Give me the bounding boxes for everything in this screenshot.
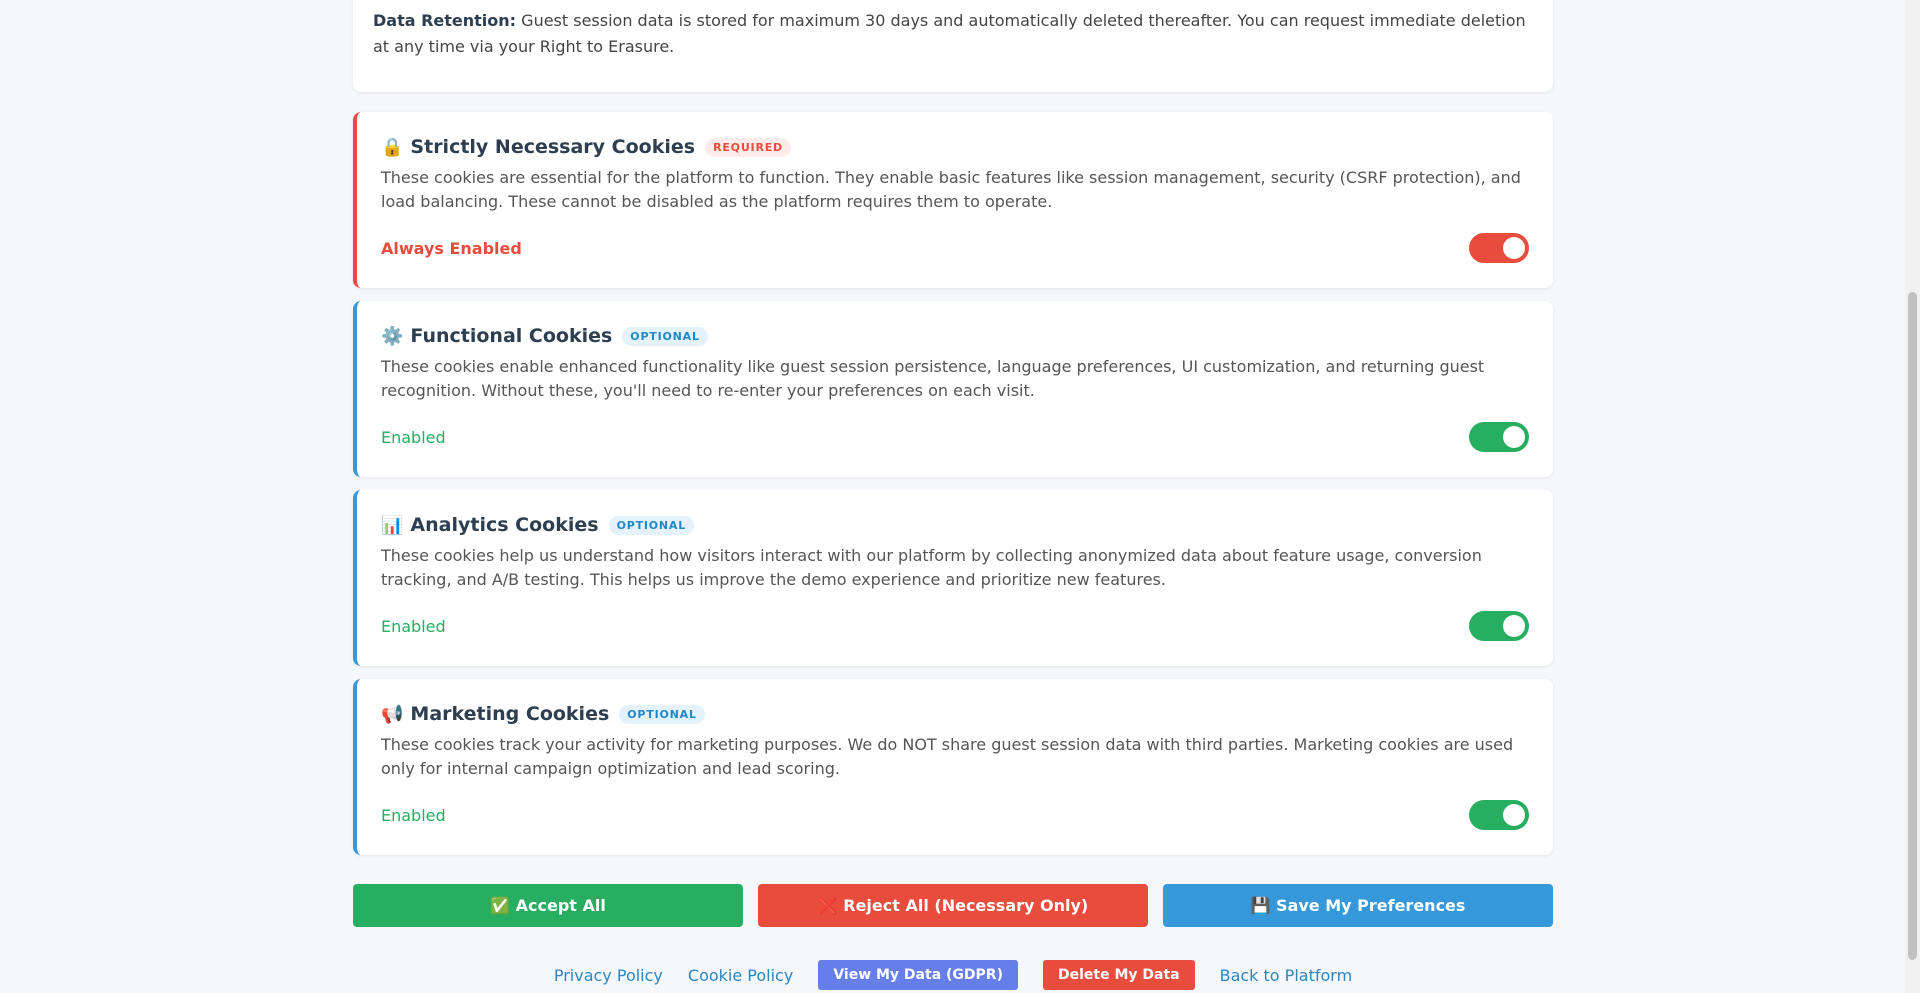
view-my-data-button[interactable]: View My Data (GDPR): [818, 960, 1018, 990]
cookie-status-label: Always Enabled: [381, 238, 522, 258]
optional-badge: OPTIONAL: [619, 704, 705, 724]
cookie-card-description: These cookies help us understand how vis…: [381, 546, 1482, 589]
footer-links: Privacy Policy Cookie Policy View My Dat…: [353, 960, 1553, 990]
cookie-card-description: These cookies enable enhanced functional…: [381, 357, 1485, 400]
save-preferences-button[interactable]: 💾 Save My Preferences: [1163, 884, 1553, 927]
toggle-knob: [1503, 615, 1525, 637]
cookie-card-description: These cookies are essential for the plat…: [381, 168, 1521, 211]
back-to-platform-link[interactable]: Back to Platform: [1220, 966, 1353, 985]
cookie-card-marketing: 📢 Marketing Cookies OPTIONAL These cooki…: [353, 679, 1553, 855]
cookie-card-status-row: Enabled: [381, 422, 1529, 452]
toggle-knob: [1503, 804, 1525, 826]
optional-badge: OPTIONAL: [608, 515, 695, 535]
megaphone-icon: 📢: [381, 703, 404, 725]
bar-chart-icon: 📊: [381, 514, 404, 536]
cookie-card-necessary: 🔒 Strictly Necessary Cookies REQUIRED Th…: [353, 112, 1553, 288]
accept-all-button[interactable]: ✅ Accept All: [353, 884, 743, 927]
cookie-card-status-row: Always Enabled: [381, 233, 1529, 263]
page-scrollbar[interactable]: [1905, 0, 1920, 993]
required-badge: REQUIRED: [705, 137, 791, 157]
cookie-card-title: Analytics Cookies: [410, 514, 599, 536]
cookie-card-status-row: Enabled: [381, 800, 1529, 830]
cookie-card-title-row: 📢 Marketing Cookies OPTIONAL: [381, 701, 1529, 727]
toggle-knob: [1503, 426, 1525, 448]
toggle-knob: [1503, 237, 1525, 259]
cookie-card-title: Marketing Cookies: [410, 703, 610, 725]
cookie-status-label: Enabled: [381, 805, 446, 825]
cookie-card-status-row: Enabled: [381, 611, 1529, 641]
cookie-card-functional: ⚙️ Functional Cookies OPTIONAL These coo…: [353, 301, 1553, 477]
functional-cookies-toggle[interactable]: [1469, 422, 1529, 452]
necessary-cookies-toggle[interactable]: [1469, 233, 1529, 263]
cookie-card-title: Functional Cookies: [410, 325, 613, 347]
cookie-status-label: Enabled: [381, 616, 446, 636]
optional-badge: OPTIONAL: [622, 326, 708, 346]
data-retention-label: Data Retention:: [373, 11, 517, 30]
data-retention-text: Guest session data is stored for maximum…: [373, 11, 1526, 56]
analytics-cookies-toggle[interactable]: [1469, 611, 1529, 641]
cookie-card-analytics: 📊 Analytics Cookies OPTIONAL These cooki…: [353, 490, 1553, 666]
scrollbar-thumb[interactable]: [1908, 292, 1917, 960]
cookie-card-description: These cookies track your activity for ma…: [381, 735, 1514, 778]
cookie-status-label: Enabled: [381, 427, 446, 447]
cookie-card-title-row: ⚙️ Functional Cookies OPTIONAL: [381, 323, 1529, 349]
lock-icon: 🔒: [381, 136, 404, 158]
gear-icon: ⚙️: [381, 325, 404, 347]
delete-my-data-button[interactable]: Delete My Data: [1042, 960, 1195, 990]
privacy-policy-link[interactable]: Privacy Policy: [554, 966, 663, 985]
cookie-card-title-row: 🔒 Strictly Necessary Cookies REQUIRED: [381, 134, 1529, 160]
cookie-card-title: Strictly Necessary Cookies: [410, 136, 696, 158]
cookie-preferences-panel: Data Retention: Guest session data is st…: [353, 0, 1553, 990]
cookie-actions: ✅ Accept All ❌ Reject All (Necessary Onl…: [353, 884, 1553, 927]
data-retention-notice: Data Retention: Guest session data is st…: [353, 0, 1553, 92]
cookie-policy-link[interactable]: Cookie Policy: [688, 966, 793, 985]
marketing-cookies-toggle[interactable]: [1469, 800, 1529, 830]
cookie-card-title-row: 📊 Analytics Cookies OPTIONAL: [381, 512, 1529, 538]
reject-all-button[interactable]: ❌ Reject All (Necessary Only): [758, 884, 1148, 927]
